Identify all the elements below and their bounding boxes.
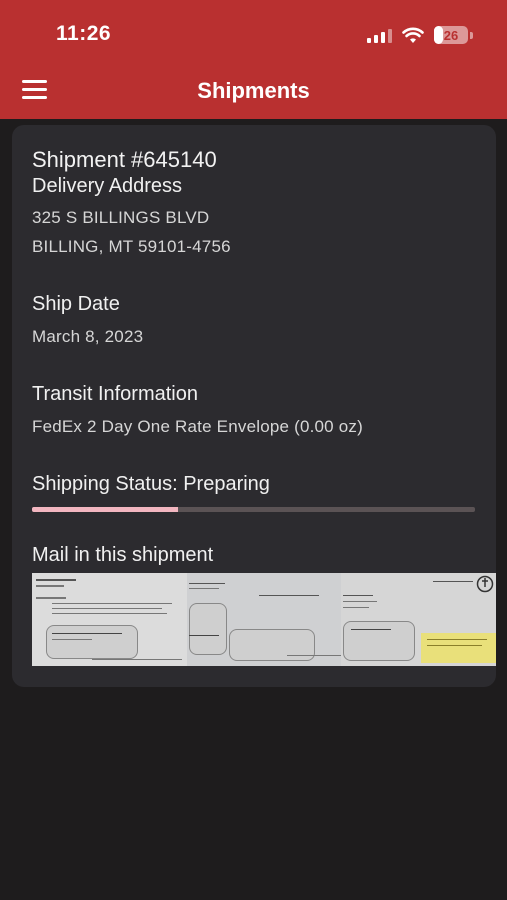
shipment-title: Shipment #645140 (32, 147, 217, 172)
app-header: 11:26 26 Shipments (0, 0, 507, 119)
status-icons: 26 (367, 24, 473, 46)
address-line-2: BILLING, MT 59101-4756 (32, 237, 231, 256)
shipping-progress-fill (32, 507, 179, 512)
status-time: 11:26 (56, 22, 112, 45)
wifi-icon (402, 27, 424, 43)
mail-thumbnail-3[interactable] (341, 573, 497, 666)
cellular-signal-icon (367, 27, 392, 43)
battery-level: 26 (443, 27, 459, 43)
ship-date-value: March 8, 2023 (32, 327, 144, 346)
transit-info-label: Transit Information (32, 383, 198, 405)
mail-thumbnail-1[interactable] (32, 573, 187, 666)
shipping-progress-bar (32, 507, 475, 512)
battery-icon: 26 (434, 26, 468, 44)
page-title: Shipments (197, 78, 310, 103)
mail-logo-icon (476, 575, 494, 593)
shipment-card: Shipment #645140 Delivery Address 325 S … (12, 125, 497, 687)
mail-in-shipment-label: Mail in this shipment (32, 544, 214, 566)
mail-thumbnail-2[interactable] (186, 573, 342, 666)
shipping-status-text: Shipping Status: Preparing (32, 473, 270, 495)
delivery-address-label: Delivery Address (32, 175, 183, 197)
mail-thumbnails (32, 573, 497, 666)
ship-date-label: Ship Date (32, 293, 120, 315)
transit-info-value: FedEx 2 Day One Rate Envelope (0.00 oz) (32, 417, 363, 436)
address-line-1: 325 S BILLINGS BLVD (32, 208, 210, 227)
